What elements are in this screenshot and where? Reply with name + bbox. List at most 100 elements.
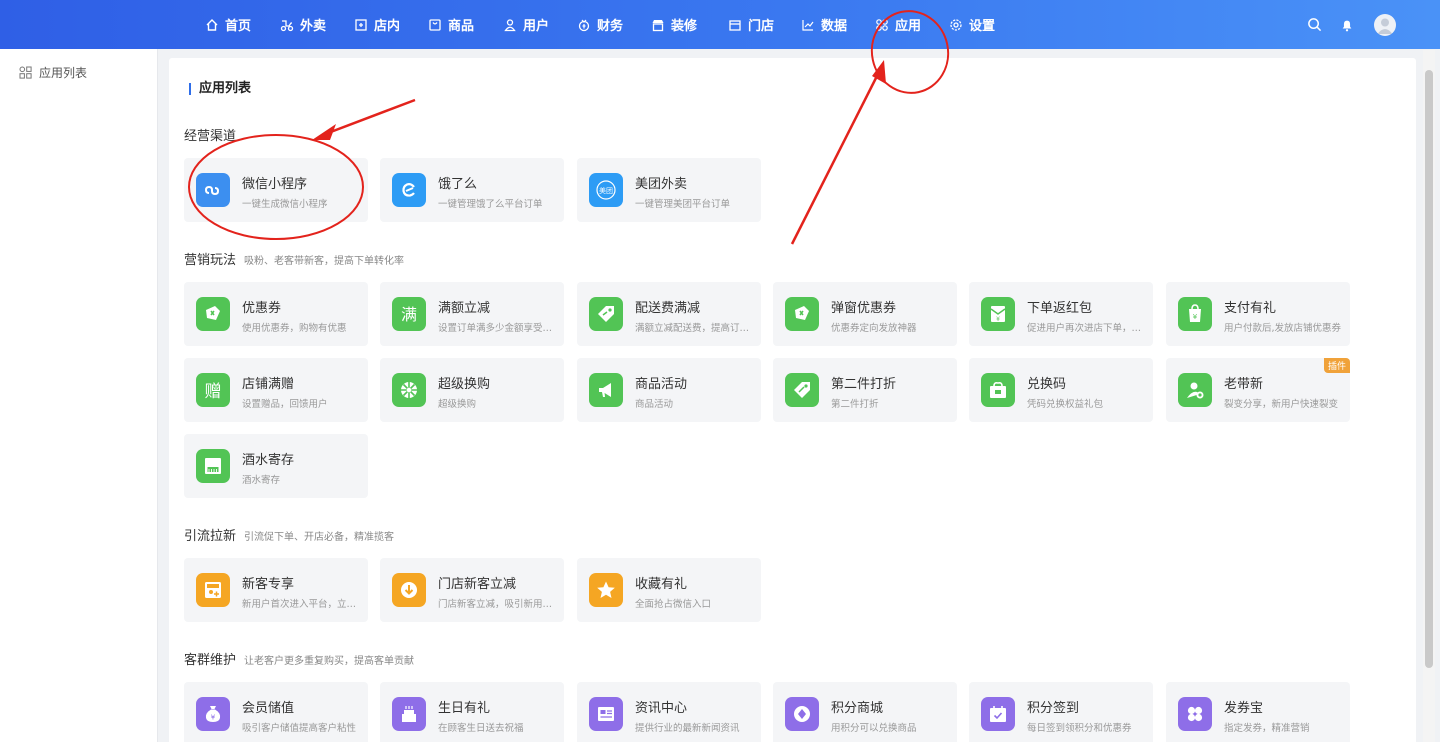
nav-label: 商品 [448, 19, 475, 34]
gift-text-icon: 赠 [196, 373, 230, 407]
app-card-favorite-gift[interactable]: 收藏有礼 全面抢占微信入口 [577, 558, 761, 622]
card-title: 商品活动 [635, 377, 688, 392]
nav-item-stores[interactable]: 门店 [728, 0, 801, 49]
app-card-order-red-packet[interactable]: ¥ 下单返红包 促进用户再次进店下单，提升复购 [969, 282, 1153, 346]
coupon-icon [196, 297, 230, 331]
card-title: 美团外卖 [635, 177, 688, 192]
app-card-popup-coupon[interactable]: 弹窗优惠券 优惠券定向发放神器 [773, 282, 957, 346]
card-title: 饿了么 [438, 177, 478, 192]
card-desc: 凭码兑换权益礼包 [1027, 399, 1104, 410]
user-icon [503, 18, 517, 32]
page-scrollbar[interactable] [1423, 50, 1435, 742]
points-icon [785, 697, 819, 731]
card-desc: 设置订单满多少金额享受立减 [438, 323, 556, 334]
app-card-wine-storage[interactable]: 酒水寄存 酒水寄存 [184, 434, 368, 498]
card-desc: 一键管理饿了么平台订单 [438, 199, 543, 210]
sidebar-item-app-list[interactable]: 应用列表 [19, 64, 87, 81]
nav-item-delivery[interactable]: 外卖 [280, 0, 354, 49]
coupon-icon [785, 297, 819, 331]
store-inside-icon [354, 18, 368, 32]
app-card-new-customer-exclusive[interactable]: 新客专享 新用户首次进入平台，立享专属优惠 [184, 558, 368, 622]
app-card-birthday-gift[interactable]: 生日有礼 在顾客生日送去祝福 [380, 682, 564, 742]
nav-label: 用户 [523, 19, 550, 34]
nav-label: 装修 [671, 19, 698, 34]
card-desc: 提供行业的最新新闻资讯 [635, 723, 740, 734]
card-title: 配送费满减 [635, 301, 701, 316]
nav-item-users[interactable]: 用户 [503, 0, 577, 49]
nav-item-decoration[interactable]: 装修 [651, 0, 728, 49]
app-card-coupon-dispatch[interactable]: 发券宝 指定发券，精准营销 [1166, 682, 1350, 742]
full-reduction-icon: 满 [392, 297, 426, 331]
app-card-coupon[interactable]: 优惠券 使用优惠券，购物有优惠 [184, 282, 368, 346]
card-title: 兑换码 [1027, 377, 1067, 392]
search-icon[interactable] [1306, 17, 1322, 33]
download-coupon-icon [392, 573, 426, 607]
main-nav: 首页 外卖 店内 商品 用户 财务 装修 门店 数据 应用 设置 [205, 0, 1023, 49]
top-right-actions [1289, 0, 1396, 49]
new-user-gift-icon [196, 573, 230, 607]
app-card-points-mall[interactable]: 积分商城 用积分可以兑换商品 [773, 682, 957, 742]
nav-label: 店内 [374, 19, 401, 34]
app-card-redeem-code[interactable]: 兑换码 凭码兑换权益礼包 [969, 358, 1153, 422]
card-desc: 在顾客生日送去祝福 [438, 723, 524, 734]
app-card-member-stored-value[interactable]: ¥ 会员储值 吸引客户储值提高客户粘性 [184, 682, 368, 742]
card-desc: 酒水寄存 [242, 475, 281, 486]
app-card-product-activity[interactable]: 商品活动 商品活动 [577, 358, 761, 422]
app-card-super-exchange[interactable]: 超级换购 超级换购 [380, 358, 564, 422]
card-title: 老带新 [1224, 377, 1264, 392]
nav-item-finance[interactable]: 财务 [577, 0, 651, 49]
app-card-store-new-customer-reduction[interactable]: 门店新客立减 门店新客立减，吸引新用户下单 [380, 558, 564, 622]
exchange-wheel-icon [392, 373, 426, 407]
card-desc: 新用户首次进入平台，立享专属优惠 [242, 599, 360, 610]
card-desc: 设置赠品，回馈用户 [242, 399, 328, 410]
card-desc: 优惠券定向发放神器 [831, 323, 917, 334]
card-title: 满额立减 [438, 301, 491, 316]
discount-tag-icon [785, 373, 819, 407]
app-card-full-reduction[interactable]: 满 满额立减 设置订单满多少金额享受立减 [380, 282, 564, 346]
section-subtitle: 吸粉、老客带新客，提高下单转化率 [244, 256, 405, 267]
store-gift-icon-text: 赠 [205, 382, 222, 401]
storage-icon [196, 449, 230, 483]
card-title: 新客专享 [242, 577, 295, 592]
nav-item-products[interactable]: 商品 [428, 0, 503, 49]
app-card-news-center[interactable]: 资讯中心 提供行业的最新新闻资讯 [577, 682, 761, 742]
app-card-wechat-miniprogram[interactable]: 微信小程序 一键生成微信小程序 [184, 158, 368, 222]
delivery-icon [280, 18, 294, 32]
scrollbar-thumb[interactable] [1425, 70, 1433, 668]
price-tag-icon [589, 297, 623, 331]
nav-item-in-store[interactable]: 店内 [354, 0, 428, 49]
sidebar: 应用列表 [0, 49, 158, 742]
meituan-icon: 美团 [589, 173, 623, 207]
miniprogram-icon [196, 173, 230, 207]
app-card-points-checkin[interactable]: 积分签到 每日签到领积分和优惠券 [969, 682, 1153, 742]
app-card-eleme[interactable]: 饿了么 一键管理饿了么平台订单 [380, 158, 564, 222]
app-card-referral[interactable]: 老带新 裂变分享，新用户快速裂变 插件 [1166, 358, 1350, 422]
home-icon [205, 18, 219, 32]
nav-item-settings[interactable]: 设置 [949, 0, 1023, 49]
card-title: 生日有礼 [438, 701, 491, 716]
money-bag-icon: ¥ [196, 697, 230, 731]
card-title: 店铺满赠 [242, 377, 295, 392]
product-icon [428, 18, 442, 32]
app-card-store-gift[interactable]: 赠 店铺满赠 设置赠品，回馈用户 [184, 358, 368, 422]
megaphone-icon [589, 373, 623, 407]
nav-label: 门店 [748, 19, 775, 34]
gift-bag-icon: ¥ [1178, 297, 1212, 331]
clover-icon [1178, 697, 1212, 731]
card-desc: 指定发券，精准营销 [1224, 723, 1310, 734]
card-title: 弹窗优惠券 [831, 301, 897, 316]
app-card-second-item-discount[interactable]: 第二件打折 第二件打折 [773, 358, 957, 422]
nav-item-data[interactable]: 数据 [801, 0, 875, 49]
app-card-delivery-fee-reduction[interactable]: 配送费满减 满额立减配送费，提高订单量 [577, 282, 761, 346]
nav-item-home[interactable]: 首页 [205, 0, 280, 49]
section-title-channels: 经营渠道 [184, 125, 236, 144]
app-card-payment-gift[interactable]: ¥ 支付有礼 用户付款后,发放店铺优惠券 [1166, 282, 1350, 346]
app-card-meituan[interactable]: 美团 美团外卖 一键管理美团平台订单 [577, 158, 761, 222]
bell-icon[interactable] [1339, 17, 1355, 33]
sidebar-item-label: 应用列表 [39, 66, 88, 80]
avatar[interactable] [1374, 13, 1396, 36]
card-title: 收藏有礼 [635, 577, 688, 592]
card-desc: 全面抢占微信入口 [635, 599, 712, 610]
nav-item-apps[interactable]: 应用 [875, 0, 949, 49]
card-title: 发券宝 [1224, 701, 1264, 716]
